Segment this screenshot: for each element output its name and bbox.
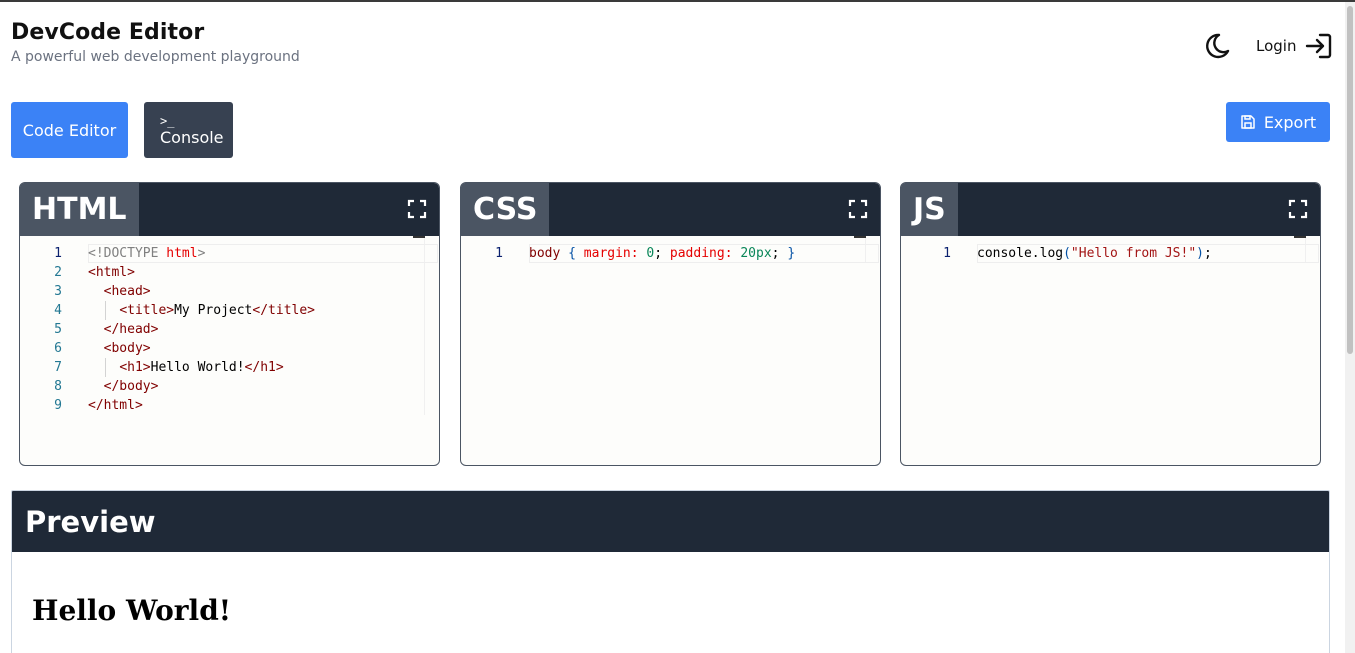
code-text: </head> bbox=[103, 322, 159, 337]
line-number: 8 bbox=[54, 379, 62, 394]
export-button[interactable]: Export bbox=[1226, 102, 1330, 142]
js-panel-header: JS bbox=[901, 183, 1320, 236]
login-button[interactable]: Login bbox=[1256, 32, 1332, 60]
login-label: Login bbox=[1256, 37, 1297, 55]
line-number: 1 bbox=[54, 246, 62, 261]
app-title: DevCode Editor bbox=[11, 20, 205, 45]
js-code-editor[interactable]: 1 console.log("Hello from JS!"); bbox=[901, 236, 1320, 263]
css-code-editor[interactable]: 1 body { margin: 0; padding: 20px; } bbox=[461, 236, 880, 263]
code-line: 1 body { margin: 0; padding: 20px; } bbox=[461, 244, 880, 263]
html-panel-title: HTML bbox=[20, 183, 139, 236]
terminal-icon: >_ bbox=[160, 114, 175, 128]
preview-frame: Hello World! bbox=[12, 552, 1329, 627]
expand-icon[interactable] bbox=[1288, 199, 1308, 219]
line-number: 1 bbox=[495, 246, 503, 261]
html-panel-header: HTML bbox=[20, 183, 439, 236]
line-number: 5 bbox=[54, 322, 62, 337]
code-text: </body> bbox=[103, 379, 159, 394]
line-number: 9 bbox=[54, 398, 62, 413]
expand-icon[interactable] bbox=[848, 199, 868, 219]
moon-icon bbox=[1206, 33, 1230, 59]
code-line: 1 console.log("Hello from JS!"); bbox=[901, 244, 1320, 263]
js-editor-panel: JS 1 console.log("Hello from JS!"); bbox=[900, 182, 1321, 466]
code-line: 7 <h1>Hello World!</h1> bbox=[20, 358, 439, 377]
code-text: <title>My Project</title> bbox=[119, 303, 316, 318]
editor-scroll-indicator bbox=[413, 236, 425, 238]
css-editor-panel: CSS 1 body { margin: 0; padding: 20px; } bbox=[460, 182, 881, 466]
code-line: 4 <title>My Project</title> bbox=[20, 301, 439, 320]
save-icon bbox=[1241, 115, 1255, 129]
app-header: DevCode Editor A powerful web developmen… bbox=[11, 20, 300, 65]
js-panel-title: JS bbox=[901, 183, 958, 236]
editor-scroll-indicator bbox=[1294, 236, 1306, 238]
line-number: 6 bbox=[54, 341, 62, 356]
preview-panel: Preview Hello World! bbox=[11, 490, 1330, 653]
line-number: 1 bbox=[943, 246, 951, 261]
login-arrow-icon bbox=[1306, 33, 1332, 59]
line-number: 2 bbox=[54, 265, 62, 280]
tab-console-label: Console bbox=[160, 128, 224, 147]
tab-code-editor-label: Code Editor bbox=[22, 120, 117, 140]
code-line: 1 <!DOCTYPE html> bbox=[20, 244, 439, 263]
code-line: 8 </body> bbox=[20, 377, 439, 396]
view-tabs: Code Editor >_ Console bbox=[11, 102, 233, 158]
html-editor-panel: HTML 1 <!DOCTYPE html> 2 <html> 3 <head> 4… bbox=[19, 182, 440, 466]
css-panel-title: CSS bbox=[461, 183, 550, 236]
code-text: </html> bbox=[88, 398, 143, 413]
css-panel-header: CSS bbox=[461, 183, 880, 236]
code-line: 6 <body> bbox=[20, 339, 439, 358]
theme-toggle-button[interactable] bbox=[1203, 31, 1231, 61]
line-number: 3 bbox=[54, 284, 62, 299]
code-text: <head> bbox=[103, 284, 151, 299]
tab-code-editor[interactable]: Code Editor bbox=[11, 102, 128, 158]
code-text: <body> bbox=[103, 341, 151, 356]
page-scrollbar[interactable] bbox=[1345, 2, 1355, 653]
expand-icon[interactable] bbox=[407, 199, 427, 219]
code-text: <h1>Hello World!</h1> bbox=[119, 360, 284, 375]
tab-console[interactable]: >_ Console bbox=[144, 102, 233, 158]
line-number: 4 bbox=[54, 303, 62, 318]
editor-scroll-indicator bbox=[854, 236, 866, 238]
code-text: console.log("Hello from JS!"); bbox=[977, 246, 1212, 261]
preview-heading: Hello World! bbox=[32, 594, 232, 627]
line-number: 7 bbox=[54, 360, 62, 375]
code-text: <!DOCTYPE html> bbox=[88, 246, 206, 261]
code-text: <html> bbox=[88, 265, 135, 280]
app-subtitle: A powerful web development playground bbox=[11, 49, 300, 65]
preview-title: Preview bbox=[12, 491, 1329, 552]
code-line: 5 </head> bbox=[20, 320, 439, 339]
scrollbar-thumb[interactable] bbox=[1347, 6, 1353, 354]
code-line: 2 <html> bbox=[20, 263, 439, 282]
html-code-editor[interactable]: 1 <!DOCTYPE html> 2 <html> 3 <head> 4 <tit… bbox=[20, 236, 439, 415]
code-line: 9 </html> bbox=[20, 396, 439, 415]
code-text: body { margin: 0; padding: 20px; } bbox=[529, 246, 796, 261]
export-label: Export bbox=[1263, 112, 1317, 132]
code-line: 3 <head> bbox=[20, 282, 439, 301]
